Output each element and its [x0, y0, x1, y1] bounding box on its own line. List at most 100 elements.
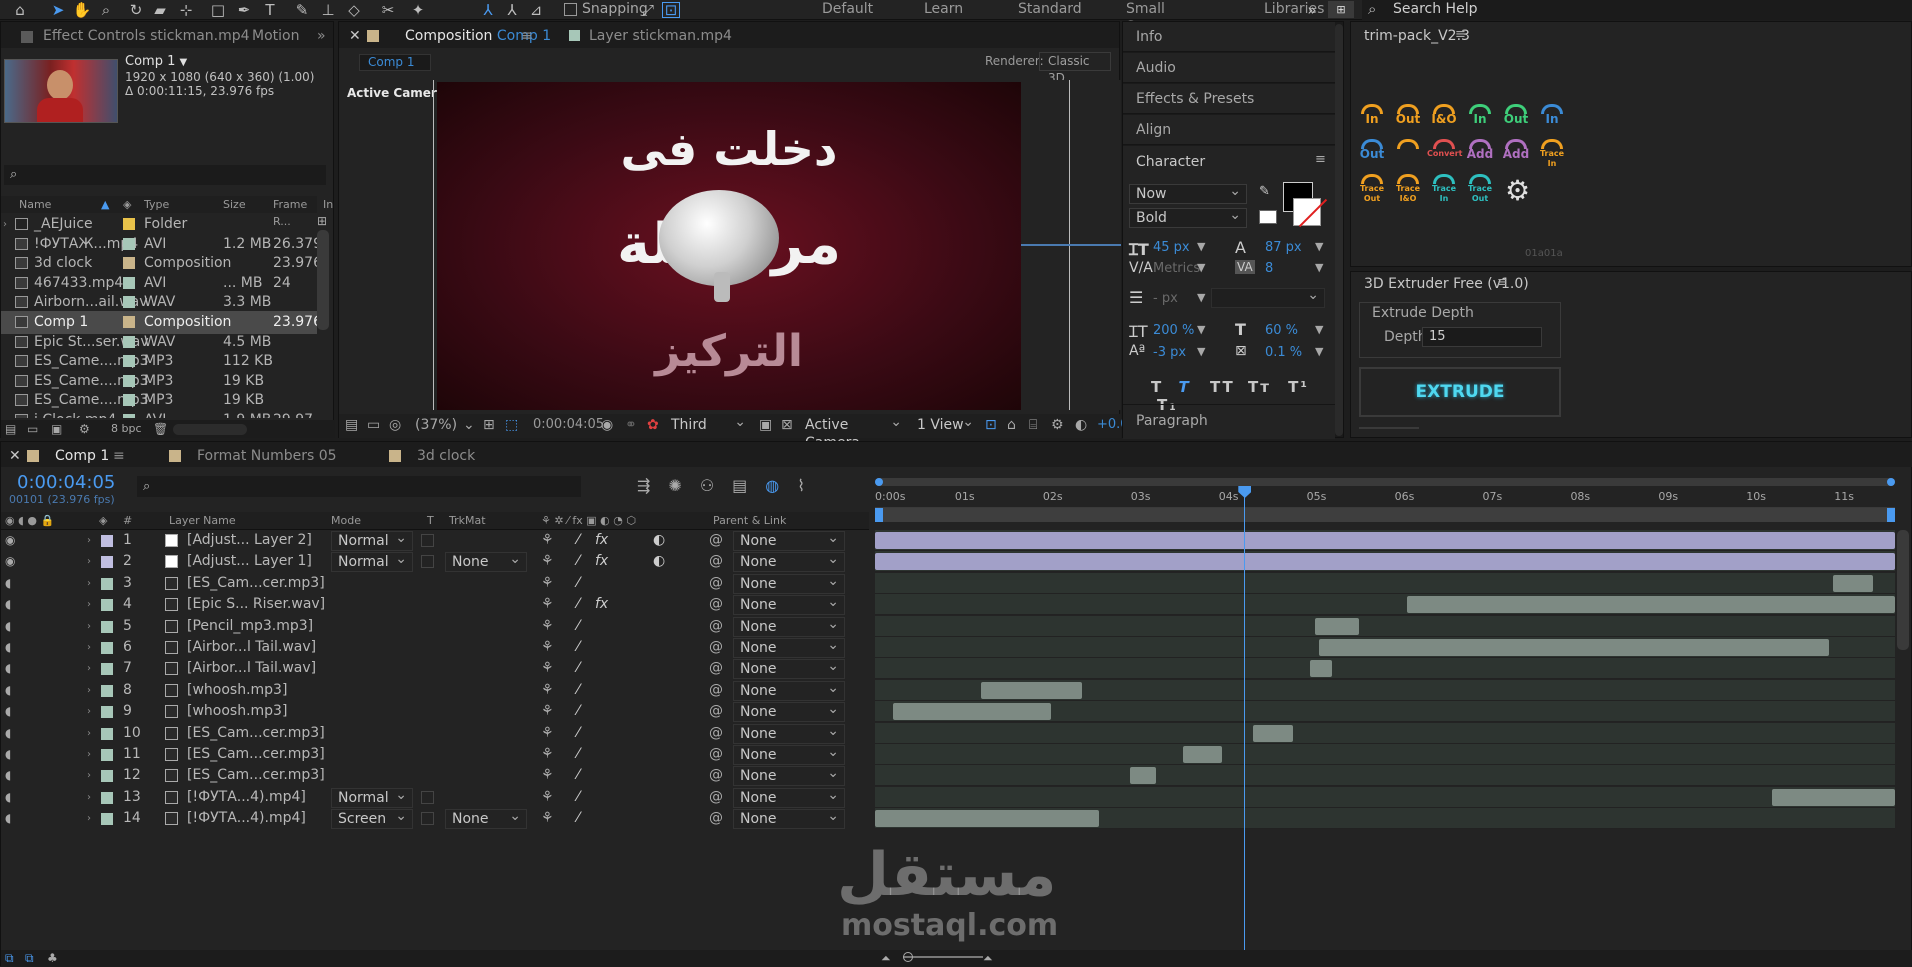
quality-switch-icon[interactable]: ⁄ [577, 637, 579, 658]
shy-switch-icon[interactable]: ⚘ [541, 765, 554, 786]
timeline-tab-format-numbers[interactable]: Format Numbers 05 [197, 446, 337, 466]
shy-switch-icon[interactable]: ⚘ [541, 637, 554, 658]
camera-view-dropdown[interactable]: Active Camera [799, 413, 907, 451]
label-swatch[interactable] [123, 218, 135, 230]
layer-label-swatch[interactable] [101, 770, 113, 783]
selection-tool-icon[interactable]: ➤ [46, 0, 70, 20]
shy-switch-icon[interactable]: ⚘ [541, 530, 554, 551]
shy-layers-icon[interactable]: ⚇ [700, 476, 732, 495]
layer-row[interactable]: ◖ › 7 [Airbor...l Tail.wav] ⚘ ⁄ @ None [1, 657, 869, 680]
toggle-panes-icon[interactable]: ⧉ [25, 950, 34, 967]
audio-icon[interactable]: ◖ [5, 658, 11, 679]
puppet-pin-icon[interactable]: ✦ [406, 0, 430, 20]
col-mode[interactable]: Mode [331, 512, 361, 530]
quality-switch-icon[interactable]: ⁄ [577, 616, 579, 637]
tab-motion[interactable]: Motion [252, 26, 299, 46]
playhead[interactable] [1238, 486, 1252, 950]
parent-dropdown[interactable]: None [733, 786, 845, 808]
layer-name[interactable]: [ES_Cam...cer.mp3] [187, 744, 325, 765]
col-size[interactable]: Size [223, 196, 246, 213]
timeline-zoom-slider[interactable] [903, 956, 983, 958]
mask-view-icon[interactable]: ◎ [389, 414, 401, 436]
layer-name[interactable]: [whoosh.mp3] [187, 701, 287, 722]
renderer-value[interactable]: Classic 3D [1039, 52, 1111, 85]
layer-duration-bar[interactable] [1833, 574, 1873, 592]
expand-layer-icon[interactable]: › [87, 744, 91, 765]
extrude-button[interactable]: EXTRUDE [1359, 367, 1561, 417]
audio-icon[interactable]: ◖ [5, 637, 11, 658]
blend-mode-dropdown[interactable]: Normal [331, 786, 413, 808]
view-axis-icon[interactable]: ⊿ [524, 0, 548, 20]
fast-previews-icon[interactable]: ⌸ [1029, 414, 1037, 436]
quality-switch-icon[interactable]: ⁄ [577, 787, 579, 808]
pick-whip-icon[interactable]: @ [709, 744, 723, 765]
viewer-area[interactable]: Active Camera دخلت فى مرحـــلة التركيز [339, 80, 1121, 410]
layer-label-swatch[interactable] [101, 706, 113, 719]
home-icon[interactable]: ⌂ [8, 0, 32, 20]
shy-switch-icon[interactable]: ⚘ [541, 723, 554, 744]
viewer-timecode[interactable]: 0:00:04:05 [533, 414, 604, 436]
trim-settings-icon[interactable]: ⚙ [1505, 174, 1530, 207]
shy-switch-icon[interactable]: ⚘ [541, 680, 554, 701]
layer-row[interactable]: ◖ › 11 [ES_Cam...cer.mp3] ⚘ ⁄ @ None [1, 743, 869, 765]
quality-switch-icon[interactable]: ⁄ [577, 744, 579, 765]
quality-switch-icon[interactable]: ⁄ [577, 573, 579, 594]
adjustment-switch-icon[interactable]: ◐ [653, 530, 665, 551]
fx-switch-icon[interactable]: fx [595, 530, 608, 551]
quality-switch-icon[interactable]: ⁄ [577, 551, 579, 572]
font-style-dropdown[interactable]: Bold [1129, 206, 1247, 228]
frame-blending-icon[interactable]: ▤ [732, 476, 765, 495]
always-preview-icon[interactable]: ▤ [345, 414, 358, 436]
font-size-value[interactable]: 45 px [1153, 240, 1190, 255]
stroke-width-value[interactable]: - px [1153, 291, 1178, 306]
pick-whip-icon[interactable]: @ [709, 723, 723, 744]
baseline-value[interactable]: -3 px [1153, 345, 1186, 360]
tab-layer[interactable]: Layer stickman.mp4 [589, 26, 732, 46]
col-parent[interactable]: Parent & Link [713, 512, 786, 530]
layer-row[interactable]: ◉ › 2 [Adjust... Layer 1] Normal None ⚘ ⁄ fx ◐ @ No… [1, 550, 869, 573]
vertical-scale-value[interactable]: 200 % [1153, 323, 1194, 338]
pick-whip-icon[interactable]: @ [709, 680, 723, 701]
roto-brush-icon[interactable]: ✂ [376, 0, 400, 20]
timeline-tab-comp1[interactable]: Comp 1 [55, 446, 109, 466]
time-ruler[interactable]: 0:00s 01s 02s 03s 04s 05s 06s 07s 08s 09s 10s 11s [875, 486, 1895, 508]
pick-whip-icon[interactable]: @ [709, 658, 723, 679]
panel-audio[interactable]: Audio [1123, 53, 1335, 83]
shy-switch-icon[interactable]: ⚘ [541, 744, 554, 765]
expand-layer-icon[interactable]: › [87, 573, 91, 594]
layer-row[interactable]: ◉ › 1 [Adjust... Layer 2] Normal ⚘ ⁄ fx ◐ @ None [1, 530, 869, 551]
layer-row[interactable]: ◖ › 10 [ES_Cam...cer.mp3] ⚘ ⁄ @ None [1, 722, 869, 744]
expand-layer-icon[interactable]: › [87, 723, 91, 744]
layer-duration-bar[interactable] [875, 532, 1895, 549]
project-scrollbar[interactable] [317, 230, 329, 330]
rotate-tool-icon[interactable]: ↻ [124, 0, 148, 20]
layer-duration-bar[interactable] [1314, 617, 1359, 635]
render-time-icon[interactable]: ⧉ [5, 950, 14, 967]
superscript-button[interactable]: T¹ [1288, 378, 1309, 396]
trim-button[interactable]: Trace In [1535, 139, 1569, 171]
faux-italic-button[interactable]: T [1178, 378, 1190, 396]
world-axis-icon[interactable]: ⅄ [500, 0, 524, 20]
layer-row[interactable]: ◖ › 9 [whoosh.mp3] ⚘ ⁄ @ None [1, 700, 869, 723]
layer-duration-bar[interactable] [1130, 767, 1157, 785]
layer-row[interactable]: ◖ › 8 [whoosh.mp3] ⚘ ⁄ @ None [1, 679, 869, 701]
tab-effect-controls[interactable]: Effect Controls stickman.mp4 [43, 26, 250, 46]
preserve-transparency-checkbox[interactable] [421, 790, 434, 804]
baseline-dd-icon[interactable]: ▼ [1197, 345, 1205, 358]
layer-name[interactable]: [Adjust... Layer 1] [187, 551, 312, 572]
hscale-dd-icon[interactable]: ▼ [1315, 323, 1323, 336]
expand-layer-icon[interactable]: › [87, 680, 91, 701]
project-search-input[interactable]: ⌕ [4, 165, 326, 185]
shy-switch-icon[interactable]: ⚘ [541, 701, 554, 722]
region-icon[interactable]: ⬚ [505, 414, 518, 436]
zoom-out-icon[interactable]: ⏶ [881, 950, 891, 967]
resolution-dropdown[interactable]: Third [665, 413, 751, 436]
pick-whip-icon[interactable]: @ [709, 573, 723, 594]
layer-row[interactable]: ◖ › 14 [!ФУТА...4).mp4] Screen None ⚘ ⁄ @ None [1, 807, 869, 830]
track-matte-dropdown[interactable]: None [445, 550, 527, 573]
workspace-standard[interactable]: Standard [1018, 0, 1082, 20]
layer-duration-bar[interactable] [892, 703, 1051, 721]
grid-icon[interactable]: ⊞ [483, 414, 495, 436]
label-swatch[interactable] [123, 316, 135, 328]
label-swatch[interactable] [123, 374, 135, 387]
